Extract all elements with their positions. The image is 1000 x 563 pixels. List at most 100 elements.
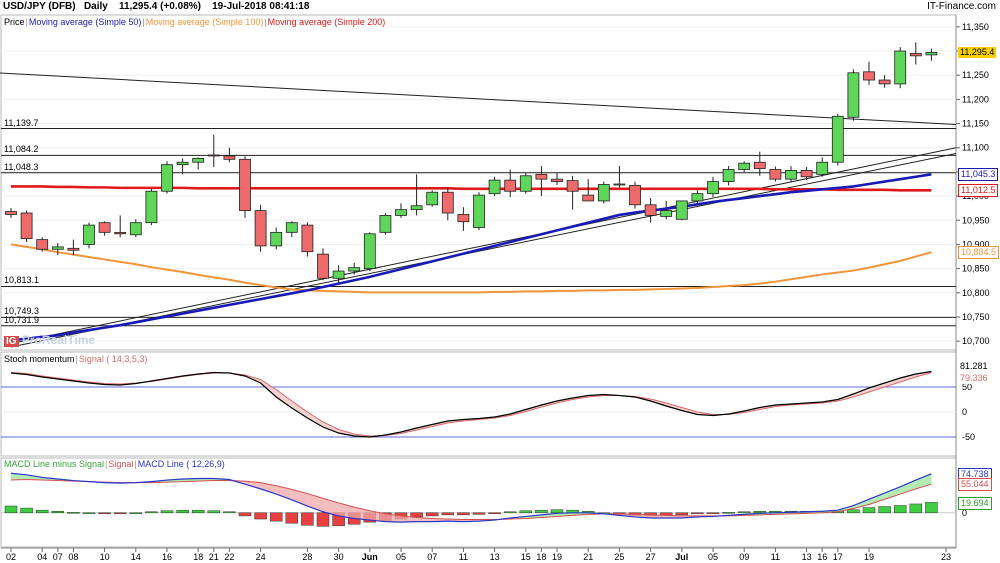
macd-hist-bar bbox=[457, 512, 470, 516]
macd-hist-bar bbox=[316, 512, 330, 527]
price-axis-label: 10,700 bbox=[962, 336, 990, 346]
macd-hist-bar bbox=[51, 510, 65, 514]
candle bbox=[36, 237, 49, 252]
candle bbox=[254, 204, 267, 252]
macd-hist-bar bbox=[488, 512, 501, 515]
ma50-legend[interactable]: Moving average (Simple 50) bbox=[29, 17, 142, 27]
symbol-name: USD/JPY (DFB) bbox=[3, 1, 76, 12]
candle-body bbox=[36, 239, 49, 250]
candle bbox=[301, 222, 314, 257]
price-legend-label[interactable]: Price bbox=[4, 17, 25, 27]
macd-hist-bar bbox=[285, 512, 299, 524]
macd-hist-bar bbox=[4, 505, 18, 514]
price-axis-label: 11,250 bbox=[962, 70, 989, 80]
x-axis-label: 19 bbox=[864, 552, 874, 562]
candle-body bbox=[707, 181, 719, 195]
x-axis-label: 17 bbox=[833, 552, 843, 562]
timestamp: 19-Jul-2018 08:41:18 bbox=[212, 1, 310, 12]
macd-hist-bar bbox=[925, 502, 938, 514]
candle bbox=[426, 190, 439, 207]
macd-hist-bar bbox=[269, 512, 283, 522]
value-tag-ma100: 10,884.5 bbox=[958, 245, 1000, 259]
macd-legend: MACD Line minus Signal|Signal|MACD Line … bbox=[2, 459, 227, 470]
x-axis-label: 18 bbox=[536, 552, 546, 562]
candle bbox=[675, 200, 688, 221]
value-tag-stoch: 81.281 bbox=[958, 361, 990, 373]
macd-hist-bar bbox=[98, 512, 111, 515]
x-axis-label: 07 bbox=[427, 552, 437, 562]
candle-body bbox=[488, 179, 501, 195]
x-axis-label: 13 bbox=[802, 552, 812, 562]
candle bbox=[831, 113, 844, 166]
x-axis-label: 16 bbox=[817, 552, 827, 562]
macd-hist-bar bbox=[254, 512, 267, 520]
stoch-signal-legend[interactable]: Signal ( 14,3,5,3) bbox=[79, 354, 148, 364]
macd-hist-bar bbox=[909, 503, 923, 514]
candle-body bbox=[613, 183, 626, 186]
chart-window: 11,35011,30011,25011,20011,15011,10011,0… bbox=[0, 0, 1000, 563]
candle-body bbox=[20, 212, 33, 240]
candle-body bbox=[504, 179, 517, 192]
candle-body bbox=[753, 161, 766, 169]
macd-hist-bar bbox=[145, 511, 158, 514]
macd-hist-bar bbox=[878, 506, 891, 514]
stoch-legend-label[interactable]: Stoch momentum bbox=[4, 354, 75, 364]
candle-body bbox=[51, 246, 64, 250]
x-axis-label: 30 bbox=[334, 552, 344, 562]
watermark-text: ProRealTime bbox=[21, 333, 96, 347]
value-tag-macd-hist: 19.694 bbox=[958, 496, 992, 510]
macd-hist-bar bbox=[722, 512, 735, 514]
macd-hist-bar bbox=[862, 507, 876, 514]
macd-hist-bar bbox=[550, 509, 564, 514]
candle-body bbox=[176, 161, 189, 166]
macd-hist-legend[interactable]: MACD Line minus Signal bbox=[4, 459, 104, 469]
macd-hist-bar bbox=[176, 509, 189, 514]
candle-body bbox=[317, 253, 329, 279]
price-axis-label: 11,350 bbox=[962, 22, 989, 32]
macd-line-legend[interactable]: MACD Line ( 12,26,9) bbox=[138, 459, 225, 469]
provider-label: IT-Finance.com bbox=[927, 1, 996, 12]
chart-header: USD/JPY (DFB) Daily 11,295.4 (+0.08%) 19… bbox=[3, 0, 309, 13]
chart-canvas[interactable]: 11,35011,30011,25011,20011,15011,10011,0… bbox=[0, 0, 1000, 563]
x-axis-label: 21 bbox=[583, 552, 593, 562]
candle-body bbox=[192, 157, 205, 163]
candle-body bbox=[722, 169, 735, 182]
price-axis-label: 10,750 bbox=[962, 312, 990, 322]
candle-body bbox=[145, 190, 158, 224]
x-axis-label: 23 bbox=[941, 552, 951, 562]
candle-body bbox=[67, 247, 80, 251]
x-axis-label: 25 bbox=[614, 552, 624, 562]
candle-body bbox=[239, 158, 251, 211]
level-label: 11,084.2 bbox=[4, 144, 39, 155]
stoch-axis-label: 0 bbox=[962, 407, 967, 417]
x-axis-label: Jun bbox=[362, 552, 378, 562]
macd-hist-bar bbox=[238, 512, 252, 517]
candle-body bbox=[410, 205, 423, 211]
x-axis-label: 22 bbox=[224, 552, 234, 562]
price-axis-label: 11,200 bbox=[962, 94, 989, 104]
candle-body bbox=[660, 210, 673, 217]
ma100-legend[interactable]: Moving average (Simple 100) bbox=[146, 17, 264, 27]
candle-body bbox=[348, 267, 361, 272]
candle-body bbox=[207, 154, 220, 157]
candle-body bbox=[441, 191, 454, 214]
macd-signal-legend[interactable]: Signal bbox=[108, 459, 133, 469]
ma200-legend[interactable]: Moving average (Simple 200) bbox=[268, 17, 386, 27]
candle-body bbox=[847, 72, 860, 118]
x-axis-label: 02 bbox=[6, 552, 16, 562]
candle bbox=[83, 222, 95, 249]
candle-body bbox=[582, 194, 595, 202]
candle bbox=[20, 210, 33, 243]
ig-logo-icon: IG bbox=[4, 336, 19, 347]
x-axis-label: 24 bbox=[256, 552, 266, 562]
price-axis-label: 10,850 bbox=[962, 264, 990, 274]
macd-hist-bar bbox=[737, 511, 751, 514]
candle-body bbox=[925, 52, 938, 56]
macd-hist-bar bbox=[847, 509, 860, 514]
x-axis-label: 08 bbox=[68, 552, 78, 562]
macd-hist-bar bbox=[301, 512, 314, 526]
x-axis-label: 19 bbox=[552, 552, 562, 562]
price-axis-label: 10,800 bbox=[962, 288, 990, 298]
x-axis-label: 15 bbox=[521, 552, 531, 562]
candle bbox=[519, 172, 532, 194]
